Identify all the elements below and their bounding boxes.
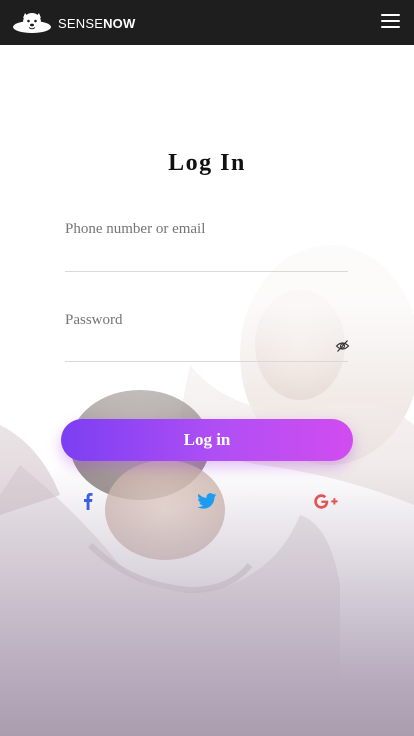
facebook-login-button[interactable] bbox=[78, 490, 98, 512]
phone-or-email-underline bbox=[65, 271, 348, 272]
top-navigation-bar: SENSENOW bbox=[0, 0, 414, 45]
phone-or-email-input[interactable] bbox=[65, 215, 348, 243]
twitter-icon bbox=[197, 493, 217, 509]
dog-logo-icon bbox=[13, 13, 51, 33]
brand-name: SENSENOW bbox=[58, 15, 136, 31]
eye-slash-icon[interactable] bbox=[335, 339, 350, 353]
page-title: Log In bbox=[168, 150, 246, 176]
background-photo bbox=[0, 45, 414, 736]
google-plus-login-button[interactable] bbox=[313, 490, 339, 512]
brand-logo-link[interactable]: SENSENOW bbox=[12, 11, 135, 35]
login-button[interactable]: Log in bbox=[61, 419, 353, 461]
twitter-login-button[interactable] bbox=[196, 490, 218, 512]
password-input[interactable] bbox=[65, 306, 348, 334]
google-plus-icon bbox=[314, 493, 338, 509]
password-underline bbox=[65, 361, 348, 362]
facebook-icon bbox=[84, 493, 93, 510]
background-gradient-overlay bbox=[0, 45, 414, 736]
hamburger-menu-icon[interactable] bbox=[381, 13, 400, 30]
